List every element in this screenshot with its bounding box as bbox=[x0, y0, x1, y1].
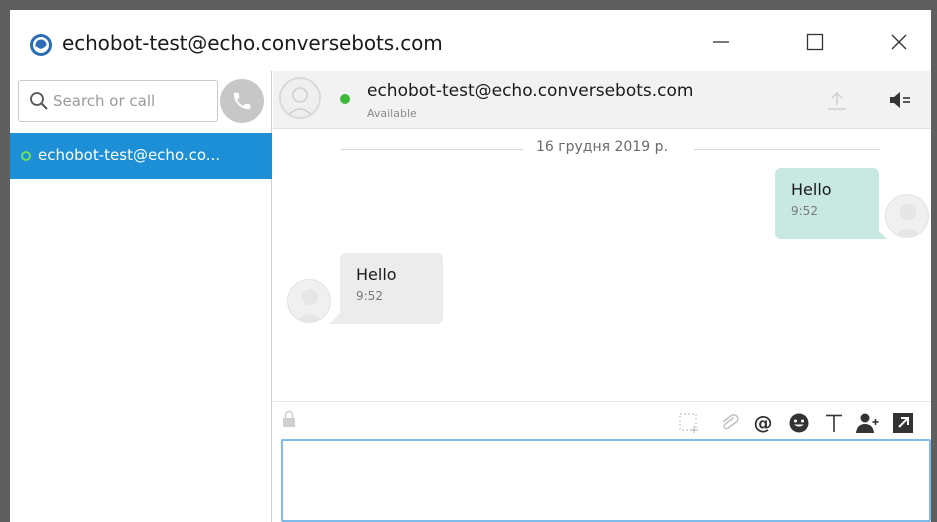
default-avatar-icon bbox=[286, 87, 314, 117]
speaker-icon bbox=[890, 92, 910, 108]
mention-icon: @ bbox=[753, 412, 773, 434]
presence-text: Available bbox=[367, 107, 417, 120]
composer-toolbar: @ bbox=[273, 401, 931, 439]
close-button[interactable] bbox=[876, 23, 922, 61]
outgoing-message[interactable]: Hello 9:52 bbox=[775, 168, 879, 239]
maximize-icon bbox=[806, 33, 824, 51]
minimize-button[interactable] bbox=[698, 23, 744, 61]
chat-header: echobot-test@echo.conversebots.com Avail… bbox=[273, 71, 931, 129]
add-participant-icon bbox=[856, 413, 879, 433]
search-input[interactable] bbox=[53, 90, 203, 112]
title-bar[interactable]: echobot-test@echo.conversebots.com bbox=[10, 13, 931, 71]
incoming-message-tail bbox=[329, 310, 343, 324]
emoji-button[interactable] bbox=[787, 411, 811, 435]
mention-button[interactable]: @ bbox=[751, 411, 775, 435]
chat-contact-name: echobot-test@echo.conversebots.com bbox=[367, 81, 694, 101]
date-separator: 16 грудня 2019 р. bbox=[536, 139, 668, 155]
call-button[interactable] bbox=[220, 79, 264, 123]
maximize-button[interactable] bbox=[792, 23, 838, 61]
expand-composer-button[interactable] bbox=[891, 411, 915, 435]
message-text: Hello bbox=[356, 265, 397, 284]
notifications-sound-button[interactable] bbox=[886, 87, 916, 113]
default-avatar-icon bbox=[893, 204, 923, 237]
expand-icon bbox=[893, 413, 913, 433]
text-format-icon bbox=[826, 414, 842, 432]
incoming-message[interactable]: Hello 9:52 bbox=[340, 253, 443, 324]
search-icon bbox=[29, 91, 49, 111]
share-file-button[interactable] bbox=[823, 87, 851, 113]
message-input[interactable] bbox=[281, 439, 931, 522]
message-list[interactable]: 16 грудня 2019 р. Hello 9:52 Hello 9:52 bbox=[273, 129, 931, 401]
add-participant-button[interactable] bbox=[856, 411, 880, 435]
upload-icon bbox=[828, 91, 846, 110]
attach-icon bbox=[722, 413, 739, 430]
contact-avatar[interactable] bbox=[279, 77, 321, 119]
minimize-icon bbox=[713, 41, 729, 43]
search-box[interactable] bbox=[18, 80, 218, 122]
message-text: Hello bbox=[791, 180, 832, 199]
window-title: echobot-test@echo.conversebots.com bbox=[62, 31, 443, 55]
my-avatar bbox=[885, 194, 929, 238]
screenshot-button[interactable] bbox=[677, 411, 701, 435]
date-separator-line-left bbox=[341, 149, 523, 150]
contact-name: echobot-test@echo.co... bbox=[38, 146, 221, 164]
close-icon bbox=[891, 34, 907, 50]
presence-dot bbox=[340, 94, 350, 104]
lock-icon bbox=[281, 410, 297, 428]
outgoing-message-tail bbox=[873, 225, 887, 239]
window-frame-top bbox=[0, 0, 937, 10]
contact-list-item[interactable]: echobot-test@echo.co... bbox=[10, 133, 272, 179]
window-frame-left bbox=[0, 0, 10, 522]
contact-message-avatar bbox=[287, 279, 331, 323]
message-time: 9:52 bbox=[791, 204, 818, 218]
attach-file-button[interactable] bbox=[717, 411, 741, 435]
text-format-button[interactable] bbox=[822, 411, 846, 435]
default-avatar-icon bbox=[295, 289, 325, 322]
message-time: 9:52 bbox=[356, 289, 383, 303]
online-status-indicator bbox=[21, 151, 31, 161]
sidebar: echobot-test@echo.co... bbox=[10, 71, 272, 522]
screenshot-icon bbox=[679, 413, 698, 433]
emoji-icon bbox=[789, 413, 809, 433]
date-separator-line-right bbox=[694, 149, 880, 150]
app-logo-icon bbox=[29, 33, 53, 57]
window-frame-right bbox=[931, 0, 937, 522]
phone-icon bbox=[233, 92, 251, 110]
